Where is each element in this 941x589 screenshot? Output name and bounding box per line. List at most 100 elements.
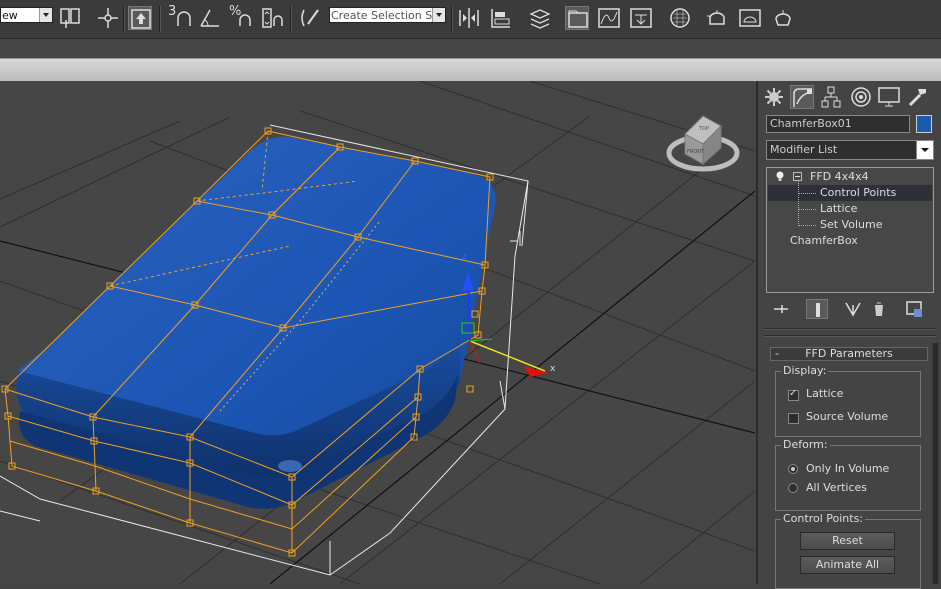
animate-all-button[interactable]: Animate All xyxy=(800,556,895,574)
all-vertices-label: All Vertices xyxy=(806,481,868,494)
configure-modifier-sets-button[interactable] xyxy=(904,299,926,319)
material-editor-icon[interactable] xyxy=(668,6,692,30)
only-in-volume-radio[interactable] xyxy=(788,464,798,474)
display-group-title: Display: xyxy=(781,364,829,377)
object-name-field[interactable]: ChamferBox01 xyxy=(766,115,910,133)
show-end-result-icon xyxy=(816,303,820,317)
render-setup-icon[interactable] xyxy=(705,6,729,30)
stack-item-label: Lattice xyxy=(820,202,858,215)
lightbulb-icon[interactable] xyxy=(776,171,784,182)
make-unique-button[interactable] xyxy=(842,299,864,319)
render-production-icon[interactable] xyxy=(771,6,795,30)
configure-icon xyxy=(906,301,922,317)
panel-scrollbar[interactable] xyxy=(932,343,939,584)
edit-named-selection-icon[interactable] xyxy=(298,6,322,30)
rollout-title: FFD Parameters xyxy=(805,347,893,360)
chevron-down-icon[interactable] xyxy=(39,8,52,22)
lattice-checkbox[interactable] xyxy=(788,388,799,401)
stack-item-control-points[interactable]: Control Points xyxy=(768,185,932,201)
mirror-icon[interactable] xyxy=(457,6,481,30)
chamfer-box-object xyxy=(16,136,496,509)
toolbar-separator xyxy=(159,6,161,32)
perspective-viewport[interactable]: z x TOP FRONT xyxy=(0,81,755,584)
command-panel: ChamferBox01 Modifier List FFD 4x4x4 Con… xyxy=(756,81,941,589)
stack-item-lattice[interactable]: Lattice xyxy=(768,201,932,217)
modifier-list-dropdown[interactable]: Modifier List xyxy=(766,140,934,160)
curve-editor-icon[interactable] xyxy=(597,6,621,30)
create-icon xyxy=(765,88,783,106)
only-in-volume-label: Only In Volume xyxy=(806,462,890,475)
rendered-frame-window-icon[interactable] xyxy=(738,6,762,30)
align-icon[interactable] xyxy=(489,6,513,30)
stack-item-label: Set Volume xyxy=(820,218,883,231)
viewport-canvas[interactable]: z x TOP FRONT xyxy=(0,81,755,584)
viewcube: TOP FRONT xyxy=(666,115,740,172)
toolbar-separator xyxy=(123,6,125,32)
viewcube-top-label: TOP xyxy=(698,126,709,132)
stack-item-label: ChamferBox xyxy=(790,234,858,247)
object-color-swatch[interactable] xyxy=(916,115,932,133)
all-vertices-radio[interactable] xyxy=(788,483,798,493)
stack-item-ffd[interactable]: FFD 4x4x4 xyxy=(768,169,932,185)
source-volume-label: Source Volume xyxy=(806,410,889,423)
deform-group: Deform: Only In Volume All Vertices xyxy=(775,438,921,511)
pin-icon xyxy=(774,305,788,313)
angle-snap-icon[interactable] xyxy=(198,6,222,30)
source-volume-checkbox[interactable] xyxy=(788,413,799,424)
display-icon xyxy=(878,87,900,107)
named-selection-sets[interactable]: Create Selection Set xyxy=(329,7,446,23)
stack-toolbar xyxy=(766,299,934,321)
chevron-down-icon[interactable] xyxy=(916,141,933,159)
display-tab[interactable] xyxy=(877,85,901,109)
motion-tab[interactable] xyxy=(849,85,873,109)
toolbar-separator xyxy=(451,6,453,32)
gizmo-x-label: x xyxy=(550,364,556,374)
scrollbar-thumb[interactable] xyxy=(933,343,938,584)
modify-tab[interactable] xyxy=(790,85,814,109)
create-tab[interactable] xyxy=(762,85,786,109)
stack-item-set-volume[interactable]: Set Volume xyxy=(768,217,932,233)
viewcube-front-label: FRONT xyxy=(687,149,705,155)
remove-modifier-button[interactable] xyxy=(868,299,890,319)
stack-item-label: Control Points xyxy=(820,186,897,199)
select-object-icon[interactable] xyxy=(128,6,152,30)
pin-stack-button[interactable] xyxy=(770,299,792,319)
main-toolbar: ew 3 % Create Selection Set xyxy=(0,0,941,39)
snap-toggle-icon[interactable] xyxy=(174,6,198,30)
toolbar-separator xyxy=(290,6,292,32)
chevron-down-icon[interactable] xyxy=(432,8,445,22)
hierarchy-icon xyxy=(821,86,841,108)
tree-connector xyxy=(798,193,816,194)
modifier-stack[interactable]: FFD 4x4x4 Control Points Lattice Set Vol… xyxy=(766,167,934,293)
percent-snap-icon[interactable] xyxy=(234,6,258,30)
rollout-collapse-icon[interactable]: - xyxy=(775,348,779,360)
select-and-link-icon[interactable] xyxy=(58,6,82,30)
show-end-result-button[interactable] xyxy=(806,299,828,319)
make-unique-icon xyxy=(845,302,861,317)
stack-item-chamferbox[interactable]: ChamferBox xyxy=(768,233,932,249)
motion-icon xyxy=(851,87,871,107)
tree-connector xyxy=(798,209,816,210)
modify-icon xyxy=(793,88,812,107)
spinner-snap-icon[interactable] xyxy=(260,6,284,30)
modifier-list-label: Modifier List xyxy=(770,143,838,156)
scene-explorer-icon[interactable] xyxy=(565,6,589,30)
panel-divider xyxy=(764,328,936,330)
ribbon-bar[interactable] xyxy=(0,58,941,82)
panel-divider xyxy=(764,335,936,337)
utilities-tab[interactable] xyxy=(906,85,930,109)
ffd-parameters-rollout-header[interactable]: - FFD Parameters xyxy=(770,347,928,361)
control-points-group: Control Points: Reset Animate All xyxy=(775,512,921,589)
named-selection-placeholder: Create Selection Set xyxy=(331,9,444,22)
hierarchy-tab[interactable] xyxy=(819,85,843,109)
display-group: Display: Lattice Source Volume xyxy=(775,364,921,437)
bind-to-space-warp-icon[interactable] xyxy=(96,6,120,30)
control-points-group-title: Control Points: xyxy=(781,512,866,525)
trash-icon xyxy=(875,302,883,316)
view-select[interactable]: ew xyxy=(0,7,53,23)
tree-vertical-connector xyxy=(798,180,799,226)
reset-button[interactable]: Reset xyxy=(800,532,895,550)
schematic-view-icon[interactable] xyxy=(629,6,653,30)
layer-manager-icon[interactable] xyxy=(528,6,552,30)
utilities-icon xyxy=(908,89,926,107)
